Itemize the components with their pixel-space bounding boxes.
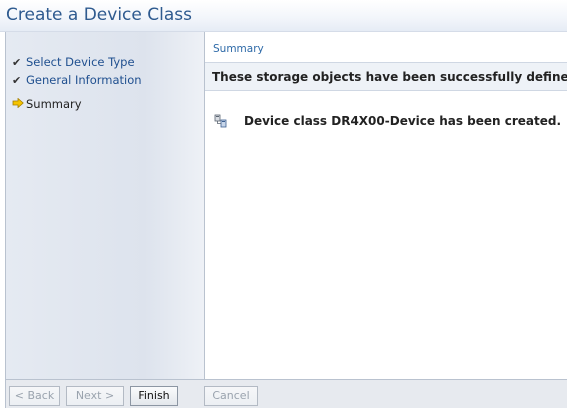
checkmark-icon: ✔ <box>12 55 22 69</box>
step-general-information[interactable]: ✔ General Information <box>12 72 142 88</box>
wizard-steps-sidebar: ✔ Select Device Type ✔ General Informati… <box>6 32 205 379</box>
success-message: These storage objects have been successf… <box>212 70 567 84</box>
window-title: Create a Device Class <box>6 5 192 25</box>
main-content: Summary These storage objects have been … <box>205 32 567 379</box>
next-button[interactable]: Next > <box>66 386 124 406</box>
button-bar: < Back Next > Finish Cancel <box>6 379 567 408</box>
result-message: Device class DR4X00-Device has been crea… <box>244 114 562 128</box>
finish-button[interactable]: Finish <box>130 386 178 406</box>
cancel-button[interactable]: Cancel <box>204 386 258 406</box>
header-bar: These storage objects have been successf… <box>205 62 567 91</box>
step-summary: Summary <box>12 96 82 112</box>
device-class-icon <box>214 114 228 128</box>
step-select-device-type[interactable]: ✔ Select Device Type <box>12 54 135 70</box>
step-label: Select Device Type <box>26 55 135 69</box>
result-row: Device class DR4X00-Device has been crea… <box>214 114 561 128</box>
arrow-right-icon <box>12 97 26 111</box>
back-button[interactable]: < Back <box>9 386 60 406</box>
breadcrumb: Summary <box>213 43 264 55</box>
title-bar: Create a Device Class <box>0 0 567 32</box>
checkmark-icon: ✔ <box>12 73 22 87</box>
step-label: General Information <box>26 73 142 87</box>
step-label: Summary <box>26 97 82 111</box>
wizard-frame: ✔ Select Device Type ✔ General Informati… <box>5 32 567 408</box>
